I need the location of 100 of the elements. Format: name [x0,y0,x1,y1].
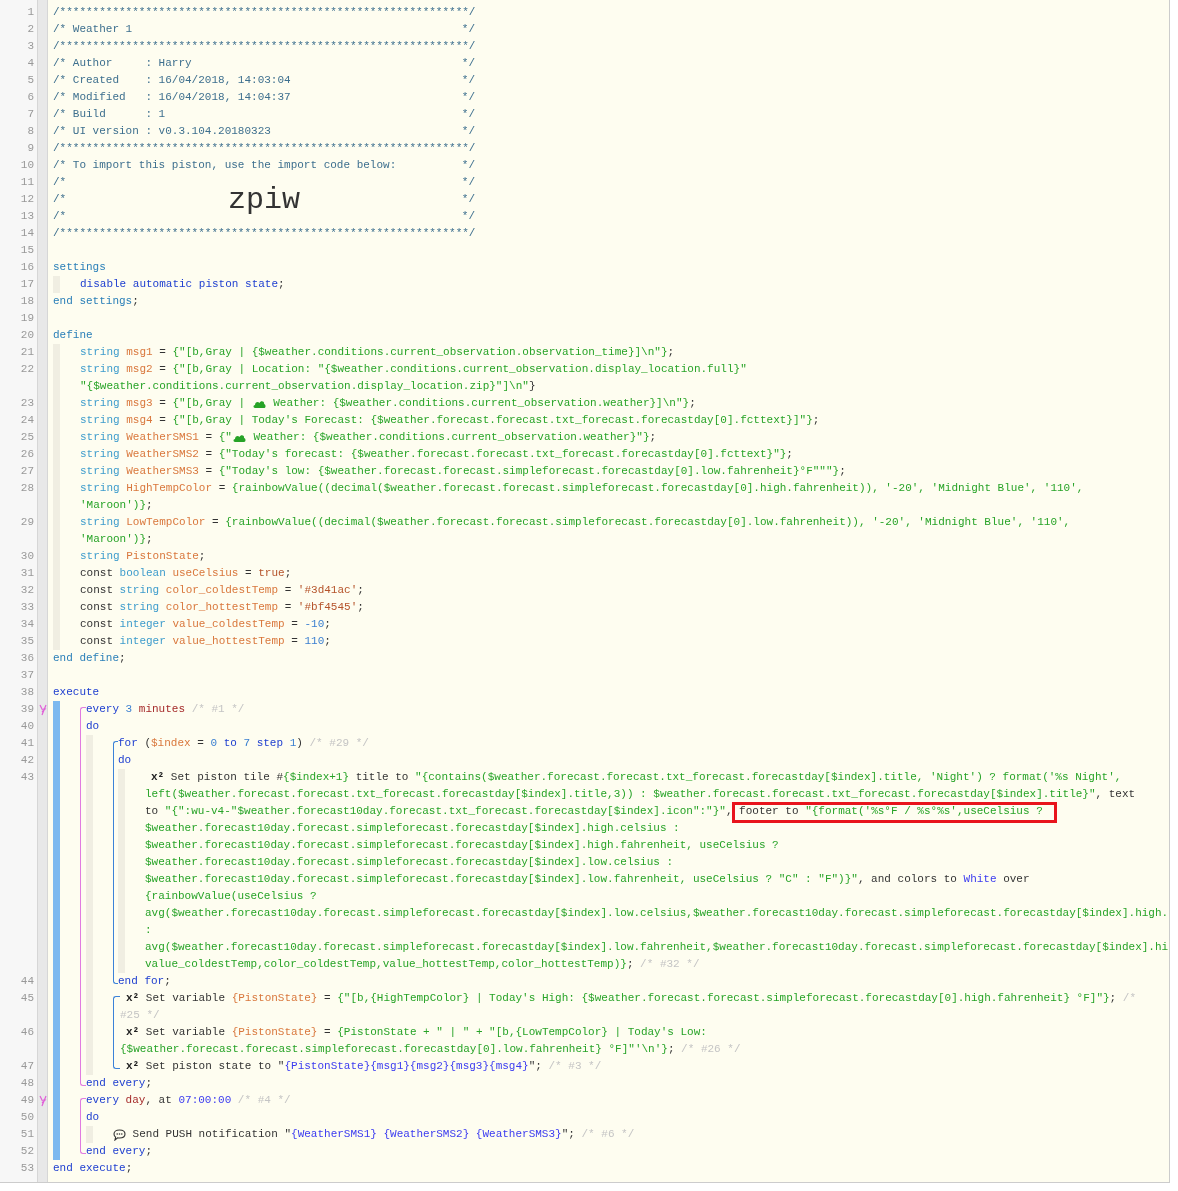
code-text: ; [667,1042,675,1057]
comment: /* [53,192,67,207]
code-text: Send PUSH notification " [131,1127,292,1142]
string-literal: {"[b,Gray | Location: "{$weather.conditions.current_observation.display_location.full}" [172,362,747,377]
type-name: integer [119,617,167,632]
comment: /* Weather 1 [53,22,133,37]
string-literal: 'Maroon')} [80,532,146,547]
literal-value: '#3d41ac' [297,583,358,598]
line-number: 10 [20,159,34,171]
comment: /**************************************************************/ [53,39,476,54]
variable-name: useCelsius [172,566,239,581]
comment: /* Author : Harry [53,56,192,71]
line-number: 4 [27,57,34,69]
code-text: = [283,583,293,598]
import-code: zpiw [228,185,300,214]
type-name: string [80,345,121,360]
code-text: = [204,430,214,445]
line-number: 43 [20,771,34,783]
line-number: 11 [20,176,34,188]
line-number: 50 [20,1111,34,1123]
comment: */ [461,192,475,207]
line-number: 7 [27,108,34,120]
string-literal: value_coldestTemp,color_coldestTemp,value_hottestTemp,color_hottestTemp)} [145,957,627,972]
keyword: do [118,753,132,768]
line-number: 40 [20,720,34,732]
code-text: ; [649,430,657,445]
code-text: = [196,736,205,751]
string-literal: "{$weather.conditions.current_observation.display_location.zip}"]\n" [80,379,529,394]
comment: /* #3 */ [547,1059,602,1074]
string-literal: Weather: {$weather.conditions.current_observation.weather}"} [252,430,650,445]
code-text: Set piston state to " [144,1059,285,1074]
number-literal: -10 [304,617,325,632]
keyword: disable automatic piston state [80,277,279,292]
code-text: const [80,566,114,581]
string-literal: {rainbowValue((decimal($weather.forecast.forecast.simpleforecast.forecastday[0].high.fahrenheit)), '-20', 'Midnight Blue', '110', [231,481,1084,496]
variable-name: value_hottestTemp [172,634,285,649]
comment: */ [461,90,475,105]
keyword: end execute [53,1161,126,1176]
line-number: 32 [20,584,34,596]
line-number: 42 [20,754,34,766]
line-number: 6 [27,91,34,103]
code-text: ; [145,1144,153,1159]
line-number: 36 [20,652,34,664]
string-literal: : [145,923,152,938]
code-text: over [1002,872,1030,887]
comment: /* #1 */ [190,702,245,717]
string-literal: {"[b,Gray | {$weather.conditions.current_observation.observation_time}]\n"} [172,345,668,360]
line-number: 16 [20,261,34,273]
comment: */ [461,209,475,224]
type-name: string [119,600,161,615]
comment: /* #29 */ [308,736,369,751]
literal-value: true [258,566,285,581]
line-number: 9 [27,142,34,154]
type-name: string [80,464,121,479]
code-text: , at [145,1093,173,1108]
string-literal: $weather.forecast10day.forecast.simpleforecast.forecastday[$index].low.fahrenheit, useCelsius ? "C" : "F")}" [145,872,858,887]
keyword: step [256,736,285,751]
comment: /**************************************************************/ [53,5,476,20]
type-name: string [80,515,121,530]
code-text: ; [357,600,364,615]
string-literal: $weather.forecast10day.forecast.simpleforecast.forecastday[$index].low.celsius : [145,855,674,870]
set-action-label: x² [126,1059,140,1074]
code-text: ; [145,1076,153,1091]
code-text: const [80,634,114,649]
code-text: = [283,600,293,615]
keyword: settings [53,260,106,275]
value-literal: 07:00:00 [178,1093,232,1108]
variable-name: WeatherSMS3 [126,464,199,479]
line-number: 27 [20,465,34,477]
code-text: ( [144,736,151,751]
code-text: = [158,413,167,428]
variable-name: PistonState [126,549,199,564]
cloud-icon [232,433,246,442]
comment: */ [461,175,475,190]
line-number: 24 [20,414,34,426]
comment: /* #32 */ [639,957,700,972]
line-number: 2 [27,23,34,35]
variable-name: HighTempColor [126,481,213,496]
string-literal: {"[b,{HighTempColor} | Today's High: {$weather.forecast.forecast.simpleforecast.forecastday[0].high.fahrenheit} °F]"} [337,991,1110,1006]
comment: /**************************************************************/ [53,226,476,241]
variable-name: LowTempColor [126,515,206,530]
type-name: string [80,362,121,377]
line-number: 28 [20,482,34,494]
type-name: string [119,583,161,598]
code-text: = [323,1025,332,1040]
comment: /* Build : 1 [53,107,166,122]
type-name: string [80,430,121,445]
comment: /* #6 */ [580,1127,635,1142]
number-literal: 7 [243,736,252,751]
code-text: "; [528,1059,542,1074]
comment: /* #26 */ [680,1042,741,1057]
comment: */ [461,124,475,139]
value-literal: {WeatherSMS1} {WeatherSMS2} {WeatherSMS3} [291,1127,562,1142]
keyword: every [86,1093,120,1108]
variable-name: msg4 [126,413,153,428]
variable-name: {PistonState} [231,991,318,1006]
line-number: 20 [20,329,34,341]
number-literal: 3 [125,702,134,717]
code-text: ; [324,617,331,632]
string-literal: {"Today's forecast: {$weather.forecast.forecast.txt_forecast.forecastday[0].fcttext}"} [218,447,787,462]
